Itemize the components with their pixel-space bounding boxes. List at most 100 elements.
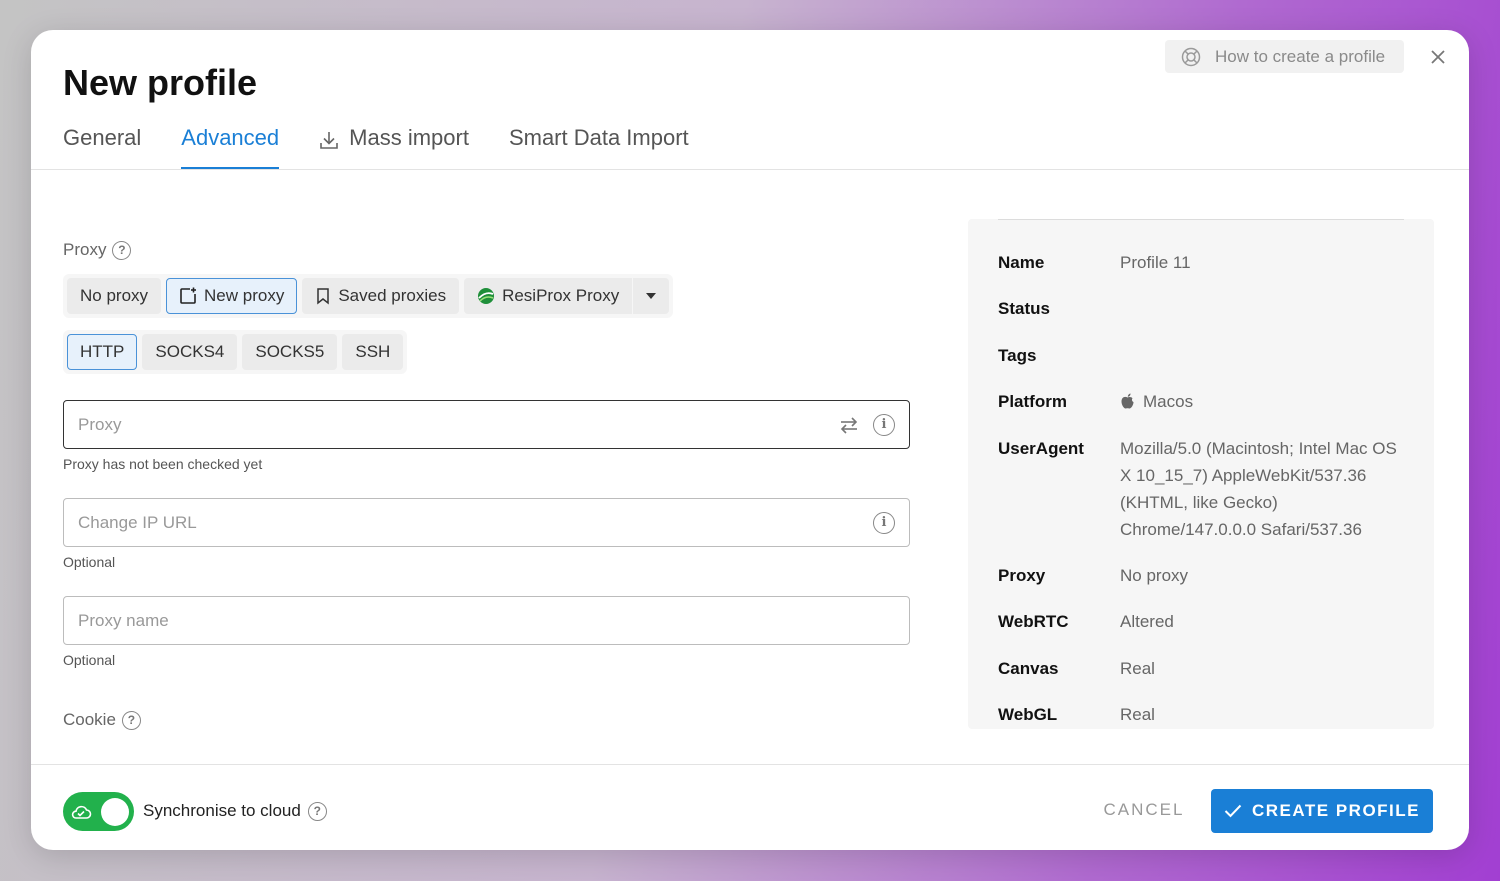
summary-row-status: Status (998, 295, 1410, 322)
summary-key: WebGL (998, 705, 1058, 724)
dialog-title: New profile (63, 62, 258, 103)
chip-label: SSH (355, 342, 391, 361)
chip-label: ResiProx Proxy (502, 286, 620, 305)
proxy-input[interactable]: Proxy i (63, 400, 910, 449)
change-ip-placeholder: Change IP URL (78, 512, 197, 532)
help-circle-icon[interactable]: ? (307, 801, 327, 821)
cloud-sync-icon (71, 805, 92, 819)
summary-key: Name (998, 253, 1045, 272)
tab-bar: General Advanced Mass import Smart Data … (63, 120, 689, 170)
info-icon[interactable]: i (873, 413, 895, 436)
create-profile-button[interactable]: CREATE PROFILE (1211, 789, 1433, 833)
tabs-divider (31, 169, 1469, 170)
summary-key: Tags (998, 346, 1037, 365)
tab-label: Smart Data Import (508, 125, 689, 150)
summary-divider (998, 219, 1404, 220)
summary-key: Canvas (998, 659, 1059, 678)
protocol-ssh-button[interactable]: SSH (342, 334, 404, 370)
create-label-text: CREATE PROFILE (1251, 801, 1421, 820)
cookie-section-label: Cookie ? (63, 710, 141, 730)
tab-smart-data-import[interactable]: Smart Data Import (509, 120, 689, 170)
bookmark-icon (317, 288, 330, 305)
summary-value: Altered (1120, 612, 1174, 631)
sync-label-text: Synchronise to cloud (143, 801, 301, 820)
sync-cloud-label: Synchronise to cloud ? (143, 801, 327, 821)
proxy-name-helper-text: Optional (63, 652, 116, 668)
protocol-socks4-button[interactable]: SOCKS4 (142, 334, 238, 370)
help-circle-icon[interactable]: ? (112, 240, 132, 260)
proxy-protocol-group: HTTP SOCKS4 SOCKS5 SSH (63, 330, 408, 374)
download-icon (320, 132, 338, 149)
help-label: How to create a profile (1215, 46, 1386, 66)
resiprox-logo-icon (478, 288, 495, 304)
summary-value: Mozilla/5.0 (Macintosh; Intel Mac OS X 1… (1120, 439, 1397, 539)
footer-divider (31, 764, 1469, 765)
summary-key: Platform (998, 392, 1067, 411)
proxy-section-label: Proxy ? (63, 240, 132, 260)
apple-icon (1121, 393, 1134, 409)
chip-label: No proxy (80, 286, 149, 305)
summary-row-tags: Tags (998, 342, 1410, 369)
summary-key: Proxy (998, 566, 1046, 585)
swap-arrows-icon[interactable] (839, 416, 859, 434)
chip-label: HTTP (80, 342, 125, 361)
new-proxy-button[interactable]: New proxy (166, 278, 298, 314)
proxy-placeholder: Proxy (78, 414, 122, 434)
proxy-mode-group: No proxy New proxy Saved proxies ResiPro… (63, 274, 674, 318)
summary-row-proxy: Proxy No proxy (998, 562, 1410, 589)
chip-label: New proxy (204, 286, 285, 305)
summary-row-useragent: UserAgent Mozilla/5.0 (Macintosh; Intel … (998, 435, 1410, 543)
summary-value (1120, 342, 1410, 369)
change-ip-helper-text: Optional (63, 554, 116, 570)
saved-proxies-button[interactable]: Saved proxies (302, 278, 460, 314)
toggle-knob (101, 797, 129, 826)
summary-key: WebRTC (998, 612, 1069, 631)
new-profile-dialog: New profile How to create a profile Gene… (31, 30, 1469, 850)
tab-general[interactable]: General (63, 120, 141, 170)
resiprox-proxy-button[interactable]: ResiProx Proxy (464, 278, 633, 314)
tab-label: General (63, 125, 142, 150)
tab-label: Mass import (349, 125, 469, 150)
summary-row-webgl: WebGL Real (998, 701, 1410, 728)
checkmark-icon (1224, 804, 1242, 818)
summary-row-webrtc: WebRTC Altered (998, 608, 1410, 635)
caret-down-icon (646, 293, 657, 299)
sync-cloud-toggle[interactable] (63, 792, 134, 831)
summary-key: UserAgent (998, 439, 1084, 458)
summary-row-canvas: Canvas Real (998, 655, 1410, 682)
proxy-helper-text: Proxy has not been checked yet (63, 456, 263, 472)
chip-label: SOCKS4 (155, 342, 225, 361)
how-to-create-profile-button[interactable]: How to create a profile (1165, 40, 1404, 73)
help-circle-icon[interactable]: ? (121, 710, 141, 730)
summary-key: Status (998, 299, 1050, 318)
chip-label: Saved proxies (338, 286, 447, 305)
cancel-button[interactable]: CANCEL (1091, 800, 1197, 824)
summary-value: Profile 11 (1120, 253, 1191, 272)
chip-label: SOCKS5 (255, 342, 325, 361)
tab-advanced[interactable]: Advanced (181, 120, 279, 170)
change-ip-url-input[interactable]: Change IP URL i (63, 498, 910, 547)
lifebuoy-icon (1181, 47, 1201, 66)
protocol-socks5-button[interactable]: SOCKS5 (242, 334, 338, 370)
resiprox-dropdown-button[interactable] (633, 278, 670, 314)
close-icon[interactable] (1427, 46, 1449, 68)
proxy-label-text: Proxy (63, 240, 107, 259)
proxy-name-placeholder: Proxy name (78, 610, 169, 630)
summary-value (1120, 295, 1410, 322)
tab-mass-import[interactable]: Mass import (319, 120, 469, 170)
tab-label: Advanced (181, 125, 280, 150)
protocol-http-button[interactable]: HTTP (67, 334, 138, 370)
summary-row-name: Name Profile 11 (998, 249, 1410, 276)
summary-value: No proxy (1120, 566, 1189, 585)
summary-value: Real (1120, 659, 1155, 678)
summary-row-platform: Platform Macos (998, 388, 1410, 415)
proxy-name-input[interactable]: Proxy name (63, 596, 910, 645)
no-proxy-button[interactable]: No proxy (67, 278, 162, 314)
summary-platform-value: Macos (1120, 388, 1410, 415)
platform-value-text: Macos (1143, 392, 1194, 411)
profile-summary-panel: Name Profile 11 Status Tags Platform Mac… (968, 219, 1434, 729)
info-icon[interactable]: i (873, 511, 895, 534)
cookie-label-text: Cookie (63, 710, 116, 729)
summary-value: Real (1120, 705, 1155, 724)
add-window-icon (180, 287, 197, 304)
